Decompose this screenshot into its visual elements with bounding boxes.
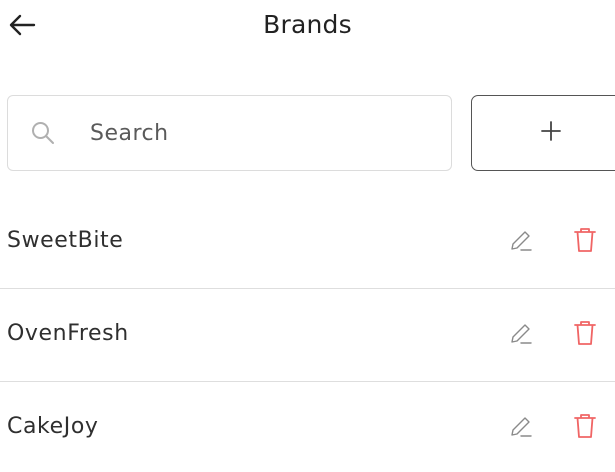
search-row [7,95,615,171]
add-brand-button[interactable] [471,95,615,171]
brands-page: Brands SweetBite [0,0,615,472]
trash-icon [573,226,597,258]
header: Brands [0,0,615,60]
edit-button[interactable] [506,228,536,258]
brand-list: SweetBite OvenFresh CakeJoy [0,196,615,472]
brand-name: SweetBite [7,228,124,253]
delete-button[interactable] [570,226,600,258]
search-box[interactable] [7,95,452,171]
trash-icon [573,319,597,351]
edit-button[interactable] [506,321,536,351]
pencil-icon [508,228,534,258]
edit-button[interactable] [506,414,536,444]
delete-button[interactable] [570,412,600,444]
pencil-icon [508,414,534,444]
brand-name: CakeJoy [7,414,99,439]
list-item: OvenFresh [0,289,615,382]
brand-name: OvenFresh [7,321,129,346]
list-item: CakeJoy [0,382,615,472]
trash-icon [573,412,597,444]
plus-icon [539,119,563,147]
delete-button[interactable] [570,319,600,351]
pencil-icon [508,321,534,351]
page-title: Brands [263,10,352,39]
search-input[interactable] [90,120,410,146]
list-item: SweetBite [0,196,615,289]
search-icon [29,119,57,147]
